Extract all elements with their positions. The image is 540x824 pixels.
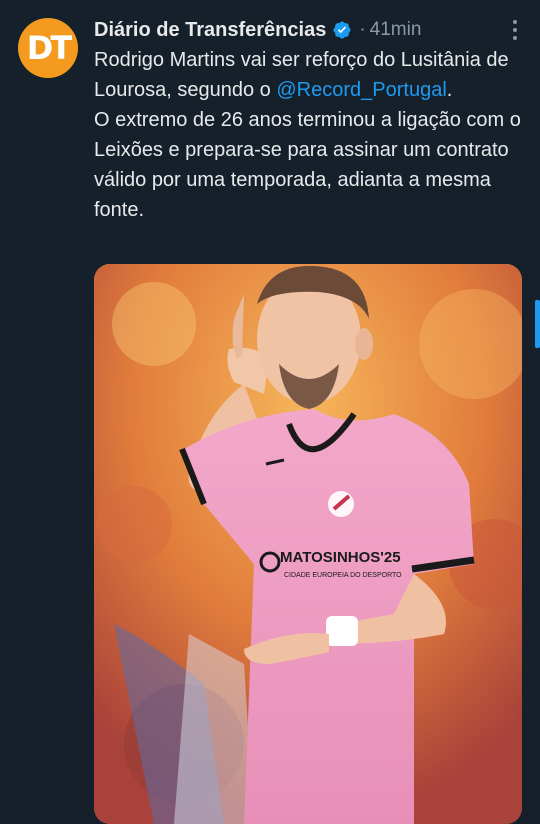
tweet-header: Diário de Transferências · 41min <box>94 14 421 46</box>
avatar[interactable]: DT <box>18 18 78 78</box>
player-photo: MATOSINHOS'25 CIDADE EUROPEIA DO DESPORT… <box>94 264 522 824</box>
shirt-sponsor-text: MATOSINHOS'25 <box>280 549 401 566</box>
mention-suffix: . <box>446 79 453 101</box>
scrollbar[interactable] <box>535 300 540 348</box>
more-options-icon[interactable] <box>512 18 518 40</box>
tweet-text: Rodrigo Martins vai ser reforço do Lusit… <box>94 45 524 225</box>
tweet-paragraph-2: O extremo de 26 anos terminou a ligação … <box>94 109 521 221</box>
avatar-logo: DT <box>26 29 72 67</box>
tweet-media-image[interactable]: MATOSINHOS'25 CIDADE EUROPEIA DO DESPORT… <box>94 264 522 824</box>
verified-badge-icon <box>333 21 351 39</box>
mention-link[interactable]: @Record_Portugal <box>276 79 446 101</box>
shirt-sponsor-subtext: CIDADE EUROPEIA DO DESPORTO <box>284 572 402 579</box>
author-name[interactable]: Diário de Transferências <box>94 19 326 42</box>
separator-dot: · <box>359 19 366 40</box>
timestamp[interactable]: 41min <box>370 19 422 41</box>
tweet-paragraph-1: Rodrigo Martins vai ser reforço do Lusit… <box>94 45 524 105</box>
